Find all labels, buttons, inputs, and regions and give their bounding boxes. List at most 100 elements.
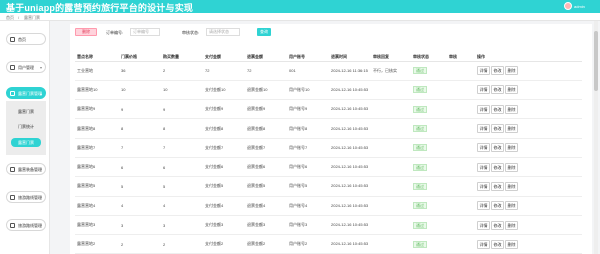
delete-button[interactable]: 删除 [505,201,518,211]
edit-button[interactable]: 修改 [491,181,504,191]
sidebar-item-routes[interactable]: 旅游路线管理 ▾ [6,191,46,203]
avatar[interactable] [564,2,572,10]
sidebar-item-home[interactable]: 首页 [6,33,46,45]
detail-button[interactable]: 详情 [477,201,490,211]
edit-button[interactable]: 修改 [491,85,504,95]
detail-button[interactable]: 详情 [477,66,490,76]
detail-button[interactable]: 详情 [477,143,490,153]
table-cell [371,118,411,139]
delete-button[interactable]: 删除 [505,104,518,114]
delete-button[interactable]: 删除 [505,162,518,172]
route-icon [10,195,15,200]
status-cell: 通过 [411,176,447,197]
search-button[interactable]: 查询 [257,28,271,36]
delete-button[interactable]: 删除 [505,124,518,134]
table-cell [371,176,411,197]
table-row: 露营营地9 9 9 支付金额9 退票金额9 用户账号9 2024-12-16 10:45:5… [75,99,582,120]
home-icon [10,37,15,42]
table-cell: 退票金额6 [245,157,287,178]
status-cell: 通过 [411,118,447,139]
column-header: 审核回复 [371,53,411,62]
table-cell: 露营营地5 [75,176,119,197]
delete-button[interactable]: 删除 [505,66,518,76]
table-cell: 2024-12-16 10:45:53 [329,157,371,178]
detail-button[interactable]: 详情 [477,181,490,191]
edit-button[interactable]: 修改 [491,143,504,153]
detail-button[interactable]: 详情 [477,239,490,249]
sidebar-item-ticket-management[interactable]: 露营门票管理 ▴ [6,87,46,99]
user-name[interactable]: admin [574,4,585,9]
delete-button[interactable]: 删除 [505,85,518,95]
edit-button[interactable]: 修改 [491,66,504,76]
scrollbar[interactable] [594,21,598,254]
table-cell [447,118,475,139]
delete-button[interactable]: 删除 [505,143,518,153]
column-header: 购买数量 [161,53,203,62]
table-cell: 露营营地2 [75,234,119,254]
table-cell: 36 [119,61,161,81]
table-cell: 退票金额4 [245,196,287,216]
edit-button[interactable]: 修改 [491,104,504,114]
table-cell: 露营营地7 [75,138,119,158]
table-cell: 退票金额8 [245,118,287,139]
submenu-item-tickets[interactable]: 露营门票 [11,107,41,116]
table-cell: 支付金额8 [203,118,245,139]
actions-cell: 详情 修改 删除 [475,99,582,120]
map-icon [10,223,15,228]
table-cell: 8 [119,118,161,139]
status-cell: 通过 [411,215,447,236]
table-cell: 支付金额2 [203,234,245,254]
status-label: 审核状态: [182,30,200,35]
main-content: 删除 订单编号: 订单编号 审核状态: 请选择状态 查询 营点名称 门票价格 购买数… [70,24,592,254]
order-number-input[interactable]: 订单编号 [130,28,160,36]
edit-button[interactable]: 修改 [491,124,504,134]
status-cell: 通过 [411,234,447,254]
status-badge: 通过 [413,221,427,229]
table-row: 露营营地7 7 7 支付金额7 退票金额7 用户账号7 2024-12-16 10:45:5… [75,138,582,158]
sidebar-item-users[interactable]: 用户管理 ▾ [6,61,46,73]
edit-button[interactable]: 修改 [491,220,504,230]
table-cell [371,138,411,158]
table-cell: 用户账号3 [287,215,329,236]
detail-button[interactable]: 详情 [477,104,490,114]
table-cell [447,61,475,81]
status-select[interactable]: 请选择状态 [206,28,240,36]
table-cell: 6 [161,157,203,178]
detail-button[interactable]: 详情 [477,162,490,172]
submenu-item-ticket-refund[interactable]: 露营门票 [11,138,41,147]
tent-icon [10,167,15,172]
batch-delete-button[interactable]: 删除 [75,28,97,36]
table-cell: 2 [119,234,161,254]
table-cell: 退票金额3 [245,215,287,236]
table-cell: 2 [161,61,203,81]
table-cell: 2024-12-16 10:45:53 [329,176,371,197]
table-cell: 2024-12-16 10:45:53 [329,80,371,101]
detail-button[interactable]: 详情 [477,85,490,95]
edit-button[interactable]: 修改 [491,201,504,211]
delete-button[interactable]: 删除 [505,239,518,249]
table-cell: 支付金额6 [203,157,245,178]
delete-button[interactable]: 删除 [505,181,518,191]
table-cell: 用户账号9 [287,99,329,120]
detail-button[interactable]: 详情 [477,124,490,134]
table-cell: 001 [287,61,329,81]
table-cell: 退票金额10 [245,80,287,101]
status-cell: 通过 [411,196,447,216]
scrollbar-thumb[interactable] [594,31,598,91]
detail-button[interactable]: 详情 [477,220,490,230]
sidebar-item-routes-2[interactable]: 旅游路线管理 ▾ [6,219,46,231]
delete-button[interactable]: 删除 [505,220,518,230]
sidebar-item-equipment[interactable]: 露营装备管理 ▾ [6,163,46,175]
table-cell [371,215,411,236]
edit-button[interactable]: 修改 [491,239,504,249]
table-cell: 退票金额2 [245,234,287,254]
table-cell: 露营营地8 [75,118,119,139]
table-cell: 6 [119,157,161,178]
table-cell: 支付金额10 [203,80,245,101]
table-cell: 7 [161,138,203,158]
status-cell: 通过 [411,157,447,178]
table-cell: 5 [161,176,203,197]
submenu-item-ticket-stats[interactable]: 门票统计 [11,122,41,131]
edit-button[interactable]: 修改 [491,162,504,172]
sidebar-item-label: 露营门票管理 [18,91,42,96]
